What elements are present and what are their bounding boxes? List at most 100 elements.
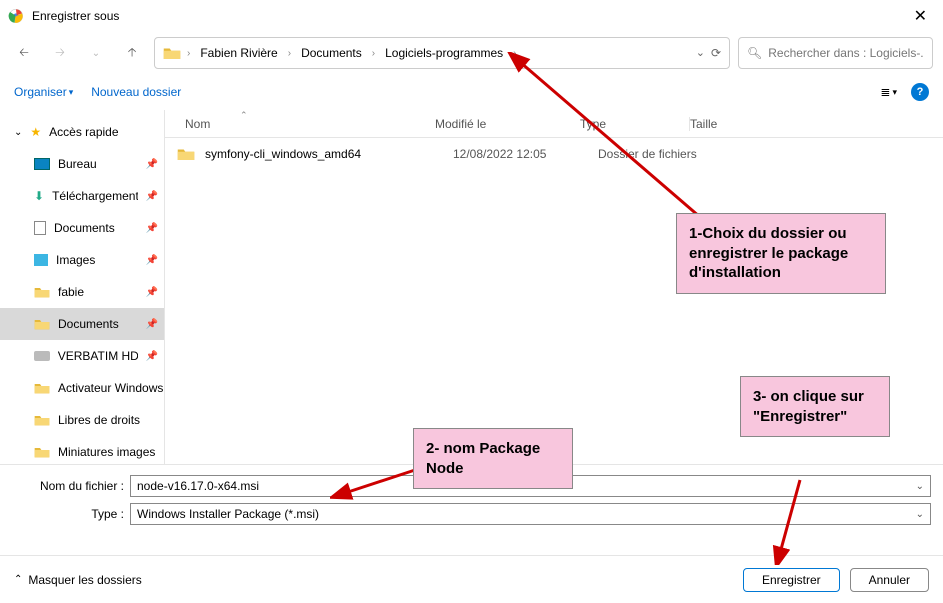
folder-icon (34, 286, 50, 298)
new-folder-button[interactable]: Nouveau dossier (91, 85, 181, 99)
sidebar-item-label: Libres de droits (58, 413, 140, 427)
window-title: Enregistrer sous (32, 9, 906, 23)
desktop-icon (34, 158, 50, 170)
refresh-icon[interactable]: ⟳ (711, 46, 721, 60)
titlebar: Enregistrer sous ✕ (0, 0, 943, 32)
sidebar-item-documents-2[interactable]: Documents 📌 (0, 308, 164, 340)
dropdown-icon[interactable]: ⌄ (916, 481, 924, 492)
pin-icon: 📌 (146, 223, 158, 234)
search-input[interactable]: 🔍︎ Rechercher dans : Logiciels-... (738, 37, 933, 69)
organiser-button[interactable]: Organiser ▾ (14, 85, 73, 99)
breadcrumb-user[interactable]: Fabien Rivière (196, 44, 281, 62)
search-placeholder: Rechercher dans : Logiciels-... (768, 46, 924, 60)
back-button[interactable]: 🡠 (10, 39, 38, 67)
sidebar-item-activateur[interactable]: Activateur Windows (0, 372, 164, 404)
column-type[interactable]: Type (580, 117, 690, 131)
pin-icon: 📌 (146, 159, 158, 170)
sidebar-item-label: Téléchargements (52, 189, 137, 203)
column-headers: Nom ⌃ Modifié le Type Taille (165, 110, 943, 138)
folder-icon (34, 414, 50, 426)
file-modified: 12/08/2022 12:05 (453, 147, 598, 161)
chevron-down-icon: ⌄ (14, 127, 22, 138)
hide-folders-button[interactable]: ⌃ Masquer les dossiers (14, 573, 142, 587)
chrome-icon (8, 8, 24, 24)
hide-folders-label: Masquer les dossiers (28, 573, 141, 587)
up-button[interactable]: 🡡 (118, 39, 146, 67)
sidebar-item-label: Images (56, 253, 95, 267)
sidebar-item-documents[interactable]: Documents 📌 (0, 212, 164, 244)
navbar: 🡠 🡢 ⌄ 🡡 › Fabien Rivière › Documents › L… (0, 32, 943, 74)
images-icon (34, 254, 48, 266)
pin-icon: 📌 (146, 287, 158, 298)
sidebar-item-label: fabie (58, 285, 84, 299)
sidebar-item-bureau[interactable]: Bureau 📌 (0, 148, 164, 180)
breadcrumb-documents[interactable]: Documents (297, 44, 366, 62)
folder-icon (163, 46, 181, 60)
cancel-button[interactable]: Annuler (850, 568, 929, 592)
sidebar-item-images[interactable]: Images 📌 (0, 244, 164, 276)
toolbar: Organiser ▾ Nouveau dossier ≣ ▾ ? (0, 74, 943, 110)
close-button[interactable]: ✕ (906, 6, 935, 26)
sidebar-item-miniatures[interactable]: Miniatures images (0, 436, 164, 464)
sidebar-item-label: Documents (54, 221, 115, 235)
pin-icon: 📌 (146, 319, 158, 330)
document-icon (34, 221, 46, 235)
sidebar-item-downloads[interactable]: ⬇ Téléchargements 📌 (0, 180, 164, 212)
chevron-up-icon: ⌃ (14, 574, 22, 585)
pin-icon: 📌 (146, 191, 158, 202)
dropdown-icon[interactable]: ⌄ (916, 509, 924, 520)
crumb-sep-icon: › (513, 48, 516, 59)
file-type: Dossier de fichiers (598, 147, 748, 161)
pin-icon: 📌 (146, 255, 158, 266)
pin-icon: 📌 (146, 351, 158, 362)
footer: ⌃ Masquer les dossiers Enregistrer Annul… (0, 555, 943, 603)
folder-icon (34, 446, 50, 458)
file-row[interactable]: symfony-cli_windows_amd64 12/08/2022 12:… (165, 138, 943, 170)
annotation-3: 3- on clique sur "Enregistrer" (740, 376, 890, 437)
column-size[interactable]: Taille (690, 117, 770, 131)
save-button[interactable]: Enregistrer (743, 568, 840, 592)
sidebar-item-label: VERBATIM HD (58, 349, 138, 363)
address-dropdown-icon[interactable]: ⌄ (696, 46, 705, 60)
search-icon: 🔍︎ (747, 46, 762, 60)
sidebar-item-verbatim[interactable]: VERBATIM HD 📌 (0, 340, 164, 372)
sidebar-item-libres[interactable]: Libres de droits (0, 404, 164, 436)
drive-icon (34, 351, 50, 361)
sidebar-item-label: Miniatures images (58, 445, 155, 459)
sort-indicator-icon: ⌃ (240, 110, 248, 121)
filename-value: node-v16.17.0-x64.msi (137, 479, 259, 493)
column-modified[interactable]: Modifié le (435, 117, 580, 131)
folder-icon (34, 318, 50, 330)
column-name[interactable]: Nom ⌃ (185, 117, 435, 131)
forward-button[interactable]: 🡢 (46, 39, 74, 67)
sidebar-quick-label: Accès rapide (49, 125, 118, 139)
download-icon: ⬇ (34, 189, 44, 203)
annotation-1: 1-Choix du dossier ou enregistrer le pac… (676, 213, 886, 294)
file-name: symfony-cli_windows_amd64 (205, 147, 453, 161)
filetype-select[interactable]: Windows Installer Package (*.msi) ⌄ (130, 503, 931, 525)
breadcrumb-logiciels[interactable]: Logiciels-programmes (381, 44, 507, 62)
folder-icon (34, 382, 50, 394)
filename-label: Nom du fichier : (12, 479, 124, 493)
column-name-label: Nom (185, 117, 210, 131)
dropdown-icon: ▾ (69, 87, 74, 98)
filetype-value: Windows Installer Package (*.msi) (137, 507, 319, 521)
crumb-sep-icon: › (187, 48, 190, 59)
star-icon: ★ (30, 125, 41, 139)
sidebar-quick-access[interactable]: ⌄ ★ Accès rapide (0, 116, 164, 148)
recent-locations-button[interactable]: ⌄ (82, 39, 110, 67)
sidebar-item-label: Documents (58, 317, 119, 331)
help-icon[interactable]: ? (911, 83, 929, 101)
annotation-2: 2- nom Package Node (413, 428, 573, 489)
folder-icon (177, 147, 195, 161)
sidebar-item-label: Activateur Windows (58, 381, 163, 395)
view-options-button[interactable]: ≣ ▾ (880, 85, 897, 99)
address-bar[interactable]: › Fabien Rivière › Documents › Logiciels… (154, 37, 730, 69)
organiser-label: Organiser (14, 85, 67, 99)
crumb-sep-icon: › (288, 48, 291, 59)
sidebar: ⌄ ★ Accès rapide Bureau 📌 ⬇ Téléchargeme… (0, 110, 165, 464)
crumb-sep-icon: › (372, 48, 375, 59)
sidebar-item-fabie[interactable]: fabie 📌 (0, 276, 164, 308)
filetype-label: Type : (12, 507, 124, 521)
sidebar-item-label: Bureau (58, 157, 97, 171)
